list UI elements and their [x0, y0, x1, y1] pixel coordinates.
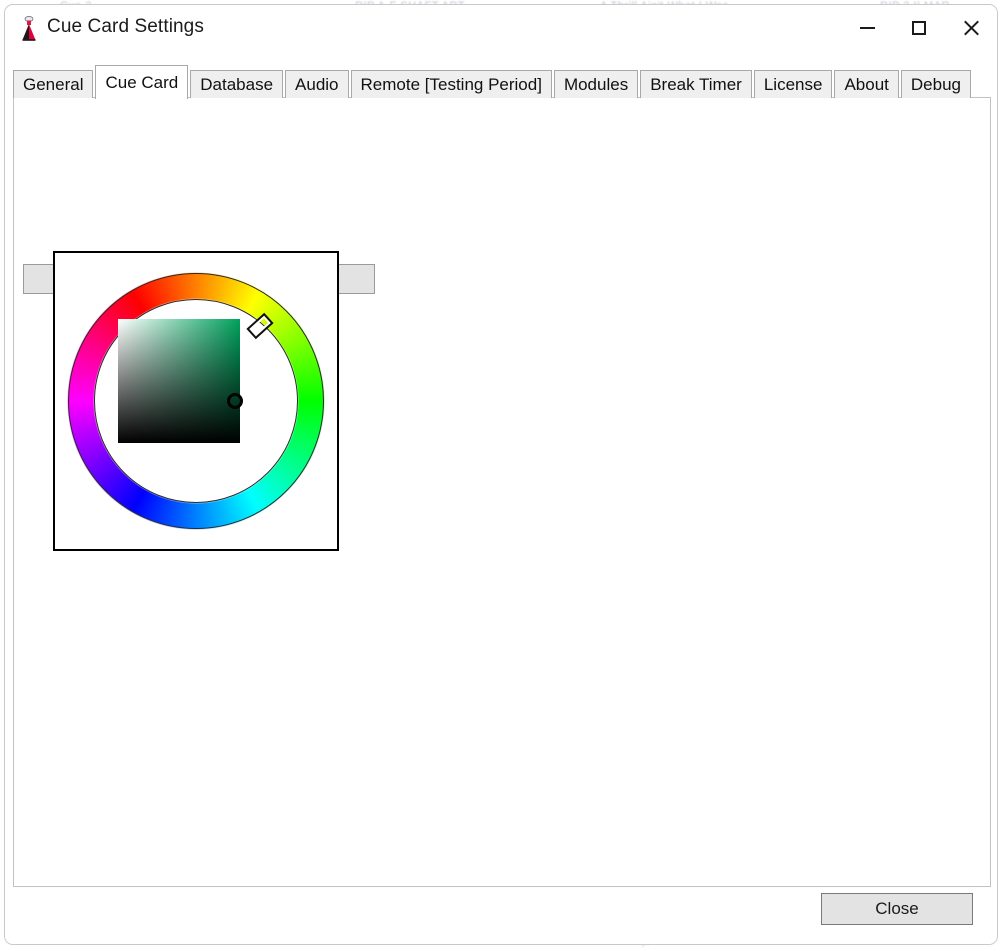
- saturation-value-cursor[interactable]: [227, 393, 243, 409]
- maximize-button[interactable]: [893, 5, 945, 51]
- title-bar[interactable]: Cue Card Settings: [5, 5, 997, 53]
- tab-general[interactable]: General: [13, 70, 94, 98]
- color-picker-popup[interactable]: [53, 251, 339, 551]
- tab-debug[interactable]: Debug: [900, 70, 971, 98]
- minimize-icon: [859, 27, 875, 29]
- close-window-button[interactable]: [945, 5, 997, 51]
- tab-label: General: [23, 75, 84, 94]
- tab-cue-card[interactable]: Cue Card: [95, 65, 189, 99]
- close-icon: [962, 19, 980, 37]
- tab-bar: General Cue Card Database Audio Remote [Test…: [13, 65, 991, 99]
- tab-label: Modules: [563, 75, 629, 94]
- tab-label: Debug: [910, 75, 961, 94]
- cue-card-settings-window: Cue Card Settings General Cue Card Databas…: [4, 4, 998, 945]
- tab-label: Audio: [295, 75, 339, 94]
- color-wheel[interactable]: [67, 272, 325, 530]
- tab-about[interactable]: About: [834, 70, 899, 98]
- maximize-icon: [912, 21, 926, 35]
- tab-label: Cue Card: [105, 73, 179, 92]
- tab-label: Break Timer: [650, 75, 742, 94]
- window-controls: [841, 5, 997, 51]
- tab-label: License: [763, 75, 823, 94]
- tab-license[interactable]: License: [753, 70, 833, 98]
- tab-label: Database: [200, 75, 274, 94]
- close-button[interactable]: Close: [821, 893, 973, 925]
- saturation-value-square[interactable]: [118, 319, 240, 443]
- minimize-button[interactable]: [841, 5, 893, 51]
- tab-database[interactable]: Database: [190, 70, 284, 98]
- tab-modules[interactable]: Modules: [553, 70, 639, 98]
- tab-audio[interactable]: Audio: [285, 70, 349, 98]
- color-picker-right-button[interactable]: [337, 264, 375, 294]
- window-title: Cue Card Settings: [47, 16, 204, 37]
- dialog-footer: Close: [5, 887, 997, 944]
- tab-break-timer[interactable]: Break Timer: [640, 70, 752, 98]
- tab-label: Remote [Testing Period]: [360, 75, 542, 94]
- tab-label: About: [844, 75, 889, 94]
- dancer-icon: [22, 16, 36, 41]
- tab-remote-testing-period[interactable]: Remote [Testing Period]: [350, 70, 552, 98]
